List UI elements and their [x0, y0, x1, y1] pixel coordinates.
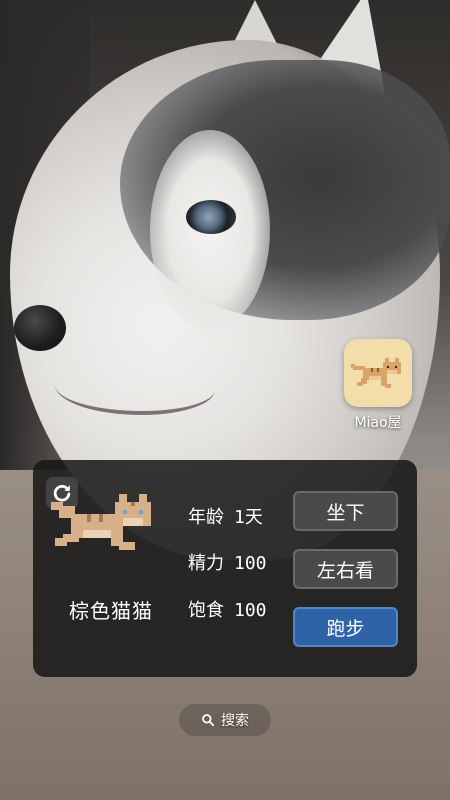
- stat-energy-label: 精力: [188, 553, 224, 574]
- stat-energy: 精力 100: [188, 549, 267, 575]
- search-icon: [202, 714, 215, 727]
- look-around-button[interactable]: 左右看: [293, 549, 398, 589]
- search-label: 搜索: [221, 713, 249, 729]
- run-button[interactable]: 跑步: [293, 607, 398, 647]
- wallpaper-dog-eye: [186, 200, 236, 234]
- pixel-cat-icon: [351, 358, 401, 388]
- stat-food-value: 100: [234, 600, 267, 621]
- search-button[interactable]: 搜索: [179, 704, 271, 736]
- cat-pet-widget: 棕色猫猫 年龄 1天 精力 100 饱食 100 坐下 左右看 跑步: [33, 460, 417, 677]
- app-icon-label: Miao屋: [354, 415, 402, 431]
- stat-food: 饱食 100: [188, 596, 267, 622]
- stat-age: 年龄 1天: [188, 503, 263, 529]
- cat-name: 棕色猫猫: [69, 599, 153, 623]
- stat-food-label: 饱食: [188, 600, 224, 621]
- pixel-cat-sprite: [51, 494, 151, 550]
- wallpaper-dog-nose: [14, 305, 66, 351]
- stat-age-value: 1天: [234, 507, 263, 528]
- stat-age-label: 年龄: [188, 507, 224, 528]
- miao-app-icon[interactable]: [344, 339, 412, 407]
- sit-button[interactable]: 坐下: [293, 491, 398, 531]
- stat-energy-value: 100: [234, 553, 267, 574]
